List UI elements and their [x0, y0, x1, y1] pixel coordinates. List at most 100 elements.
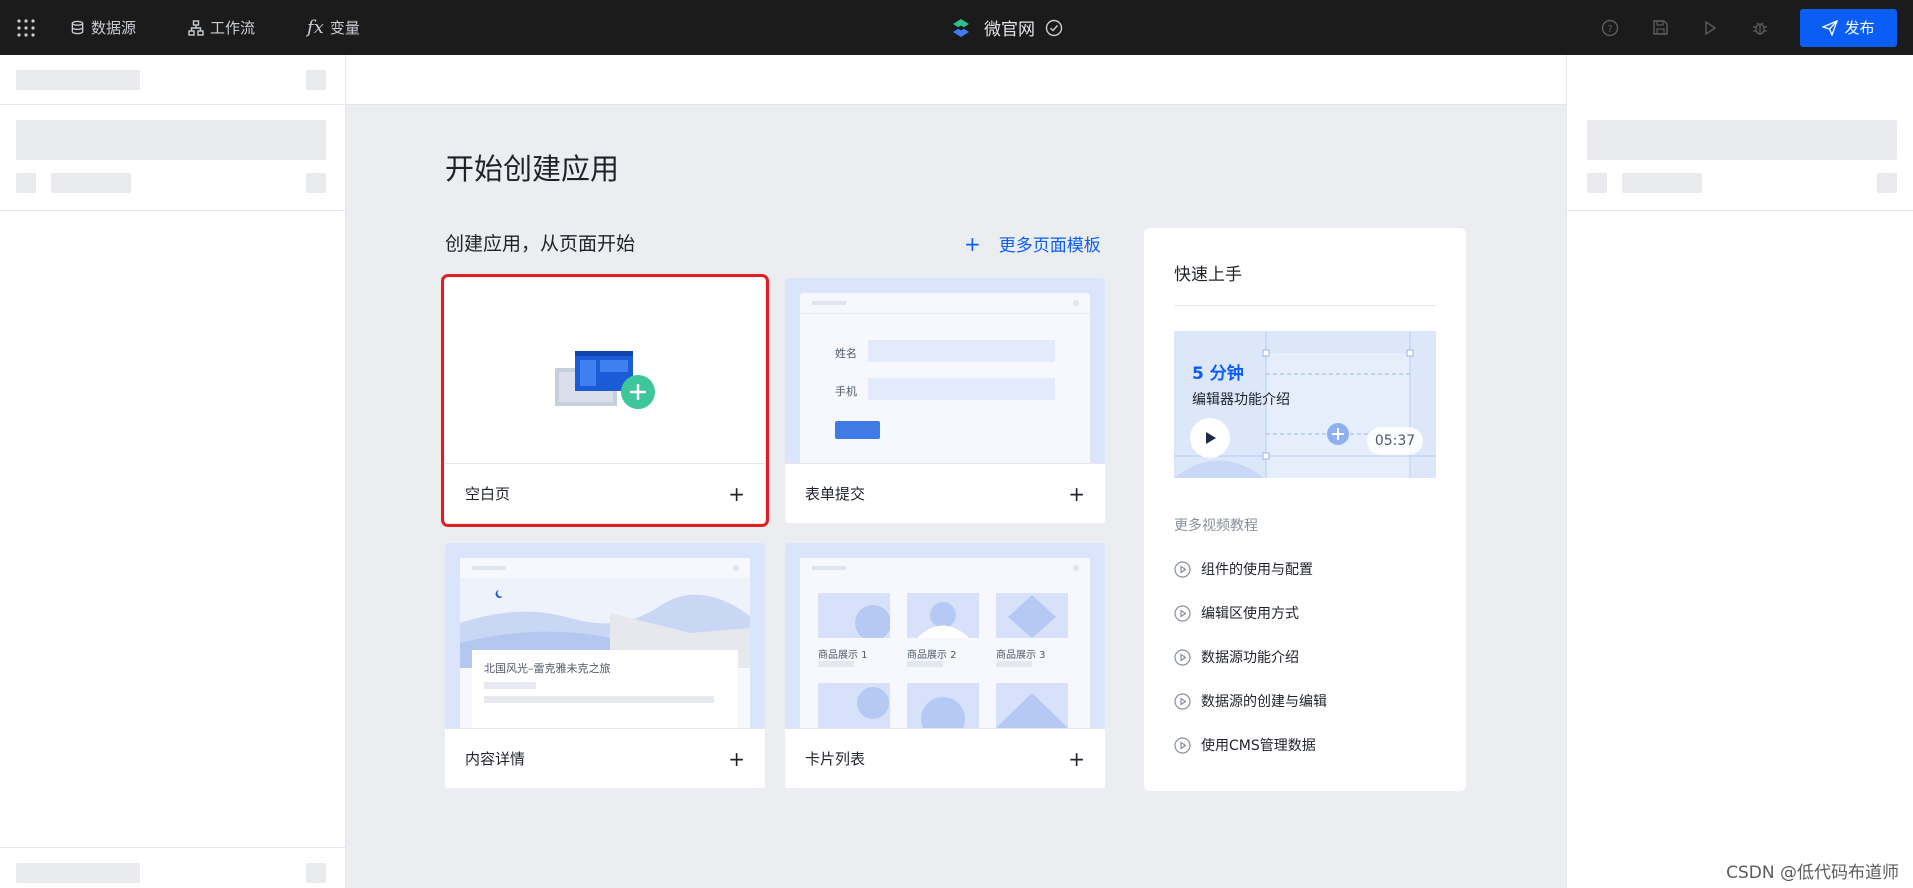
apps-grid-icon[interactable]	[16, 18, 36, 38]
divider	[0, 104, 346, 105]
play-button[interactable]	[1190, 418, 1230, 458]
mock-divider	[800, 313, 1090, 314]
article-title: 北国风光–雷克雅未克之旅	[484, 662, 611, 675]
mock-dot	[1073, 300, 1079, 306]
plus-icon: +	[964, 231, 981, 256]
product-thumb	[907, 593, 979, 638]
tutorial-label: 数据源的创建与编辑	[1201, 694, 1327, 710]
tutorial-link[interactable]: 编辑区使用方式	[1174, 603, 1299, 623]
mock-bar	[472, 566, 506, 570]
send-icon	[1822, 19, 1839, 36]
card-footer: 空白页 +	[445, 463, 765, 523]
nav-variables[interactable]: fx 变量	[307, 17, 360, 38]
card-footer: 表单提交 +	[785, 463, 1105, 523]
template-card-form[interactable]: 姓名 手机 表单提交 +	[785, 278, 1105, 523]
top-bar: 数据源 工作流 fx 变量 微官网 ? 发布	[0, 0, 1913, 55]
tutorial-label: 使用CMS管理数据	[1201, 738, 1316, 754]
app-title-area: 微官网	[950, 0, 1063, 55]
skeleton-block	[1622, 173, 1702, 193]
mock-dot	[733, 565, 739, 571]
help-icon[interactable]: ?	[1600, 18, 1620, 38]
more-templates-link[interactable]: + 更多页面模板	[964, 231, 1101, 257]
app-name[interactable]: 微官网	[984, 15, 1035, 40]
play-icon[interactable]	[1700, 18, 1720, 38]
article-card: 北国风光–雷克雅未克之旅	[472, 650, 738, 728]
add-icon[interactable]: +	[1068, 747, 1085, 771]
mock-dot	[1073, 565, 1079, 571]
fx-icon: fx	[307, 17, 324, 38]
play-icon	[1206, 432, 1216, 444]
bug-icon[interactable]	[1750, 18, 1770, 38]
card-preview: 姓名 手机	[785, 278, 1105, 463]
card-footer: 内容详情 +	[445, 728, 765, 788]
add-icon[interactable]: +	[728, 482, 745, 506]
card-preview: 北国风光–雷克雅未克之旅	[445, 543, 765, 728]
card-preview: 商品展示 1 商品展示 2 商品展示 3	[785, 543, 1105, 728]
tutorial-label: 组件的使用与配置	[1201, 562, 1313, 578]
form-name-input	[868, 340, 1055, 362]
nav-datasource[interactable]: 数据源	[70, 17, 136, 38]
skeleton-block	[1587, 173, 1607, 193]
publish-button[interactable]: 发布	[1800, 8, 1897, 47]
add-icon[interactable]: +	[1068, 482, 1085, 506]
skeleton-block	[16, 70, 140, 90]
play-circle-icon	[1174, 604, 1191, 622]
publish-label: 发布	[1844, 19, 1875, 37]
divider	[1567, 210, 1913, 211]
mock-line	[996, 661, 1032, 667]
skeleton-block	[16, 863, 140, 883]
more-tutorials-title: 更多视频教程	[1174, 518, 1258, 534]
tutorial-link[interactable]: 数据源功能介绍	[1174, 647, 1299, 667]
app-logo-icon	[953, 18, 969, 37]
template-card-blank[interactable]: 空白页 +	[441, 274, 769, 527]
skeleton-block	[1587, 120, 1897, 160]
divider	[0, 210, 346, 211]
play-circle-icon	[1174, 648, 1191, 666]
template-card-content[interactable]: 北国风光–雷克雅未克之旅 内容详情 +	[445, 543, 765, 788]
mock-line	[484, 682, 536, 689]
mock-bar	[812, 301, 846, 305]
section-title: 创建应用，从页面开始	[445, 233, 636, 255]
skeleton-block	[1877, 173, 1897, 193]
play-circle-icon	[1174, 692, 1191, 710]
tutorial-label: 数据源功能介绍	[1201, 650, 1299, 666]
tutorial-link[interactable]: 数据源的创建与编辑	[1174, 691, 1327, 711]
divider	[1174, 305, 1436, 306]
tutorial-link[interactable]: 组件的使用与配置	[1174, 559, 1313, 579]
form-name-label: 姓名	[835, 347, 857, 360]
card-preview	[445, 278, 765, 463]
more-templates-label: 更多页面模板	[998, 236, 1101, 256]
top-bar-left: 数据源 工作流 fx 变量	[16, 0, 412, 55]
video-duration-title: 5 分钟	[1192, 364, 1244, 384]
divider	[0, 847, 346, 848]
mock-line	[907, 661, 943, 667]
product-thumb	[996, 593, 1068, 638]
product-thumb	[996, 683, 1068, 728]
skeleton-block	[306, 173, 326, 193]
card-list-mockup: 商品展示 1 商品展示 2 商品展示 3	[800, 558, 1090, 728]
top-bar-right: ? 发布	[1600, 0, 1897, 55]
intro-video[interactable]: 5 分钟 编辑器功能介绍 05:37	[1174, 331, 1436, 478]
form-submit-mock	[835, 421, 880, 439]
skeleton-block	[306, 863, 326, 883]
video-subtitle: 编辑器功能介绍	[1192, 392, 1290, 408]
database-icon	[71, 20, 84, 35]
skeleton-block	[306, 70, 326, 90]
nav-datasource-label: 数据源	[91, 19, 137, 37]
tutorial-label: 编辑区使用方式	[1201, 606, 1299, 622]
skeleton-block	[51, 173, 131, 193]
form-mockup: 姓名 手机	[800, 293, 1090, 463]
tutorial-link[interactable]: 使用CMS管理数据	[1174, 735, 1316, 755]
add-icon[interactable]: +	[728, 747, 745, 771]
product-label: 商品展示 2	[907, 650, 957, 661]
form-phone-input	[868, 378, 1055, 400]
mock-line	[484, 696, 714, 703]
nav-workflow[interactable]: 工作流	[188, 17, 255, 38]
canvas-toolbar	[346, 55, 1566, 105]
template-card-list[interactable]: 商品展示 1 商品展示 2 商品展示 3 卡片列表 +	[785, 543, 1105, 788]
blank-page-illustration	[555, 351, 655, 409]
product-thumb	[818, 683, 890, 728]
skeleton-block	[16, 120, 326, 160]
product-thumb	[818, 593, 890, 638]
save-icon[interactable]	[1650, 18, 1670, 38]
